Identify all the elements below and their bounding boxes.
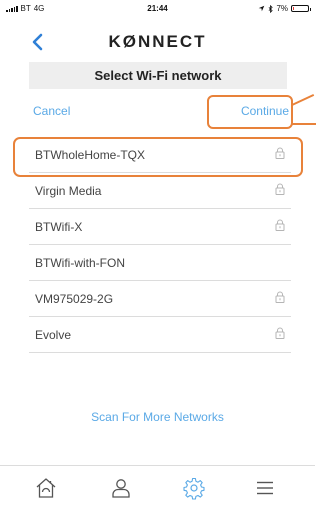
home-icon[interactable] bbox=[34, 476, 58, 500]
network-row[interactable]: BTWifi-with-FON bbox=[29, 245, 291, 281]
page-title: Select Wi-Fi network bbox=[29, 62, 287, 89]
menu-icon[interactable] bbox=[253, 476, 277, 500]
network-name: VM975029-2G bbox=[35, 292, 114, 306]
network-name: Evolve bbox=[35, 328, 72, 342]
brand-logo: KØNNECT bbox=[108, 32, 207, 51]
lock-icon bbox=[275, 327, 285, 339]
callout-line bbox=[292, 123, 316, 125]
network-row[interactable]: Evolve bbox=[29, 317, 291, 353]
network-row[interactable]: BTWifi-X bbox=[29, 209, 291, 245]
tab-bar bbox=[0, 465, 315, 509]
scan-networks-button[interactable]: Scan For More Networks bbox=[0, 410, 315, 424]
status-bar: BT 4G 21:44 7% bbox=[0, 0, 315, 18]
lock-icon bbox=[275, 183, 285, 195]
lock-icon bbox=[275, 219, 285, 231]
selected-network-highlight-box bbox=[13, 137, 303, 177]
network-row[interactable]: Virgin Media bbox=[29, 173, 291, 209]
network-name: BTWifi-with-FON bbox=[35, 256, 125, 270]
battery-percent: 7% bbox=[276, 4, 288, 13]
network-name: Virgin Media bbox=[35, 184, 102, 198]
network-name: BTWifi-X bbox=[35, 220, 83, 234]
status-right: 7% bbox=[258, 4, 311, 13]
bluetooth-icon bbox=[269, 4, 274, 13]
lock-icon bbox=[275, 291, 285, 303]
cancel-button[interactable]: Cancel bbox=[33, 104, 70, 118]
location-icon bbox=[259, 5, 265, 12]
battery-fill bbox=[293, 7, 294, 10]
continue-highlight-box bbox=[207, 95, 293, 129]
user-icon[interactable] bbox=[109, 476, 133, 500]
callout-line bbox=[291, 93, 315, 106]
network-row[interactable]: VM975029-2G bbox=[29, 281, 291, 317]
gear-icon[interactable] bbox=[182, 476, 206, 500]
app-header: KØNNECT bbox=[0, 24, 315, 60]
battery-icon bbox=[291, 5, 311, 12]
